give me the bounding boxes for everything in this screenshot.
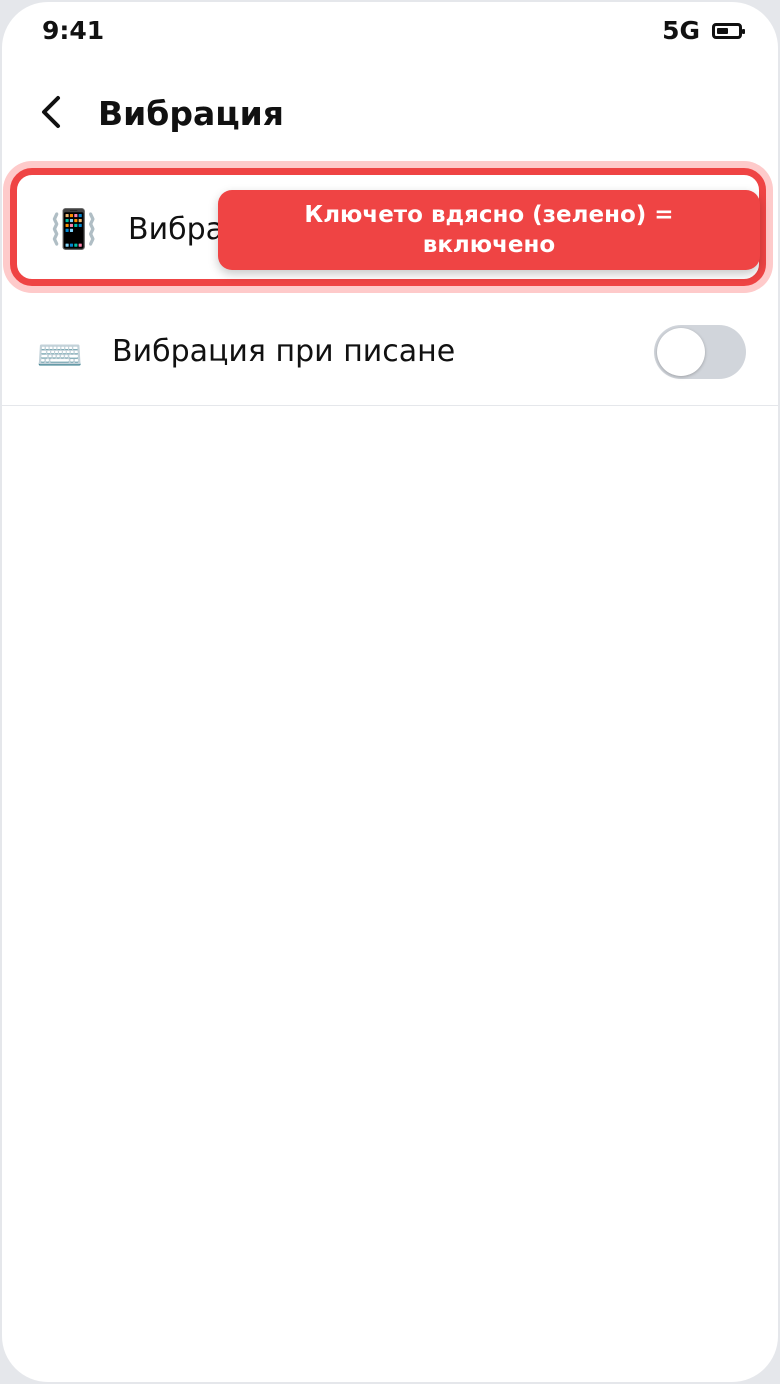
- typing-vibration-toggle[interactable]: [654, 325, 746, 379]
- network-indicator: 5G: [662, 16, 700, 45]
- status-bar: 9:41 5G: [2, 2, 778, 62]
- battery-icon: [712, 22, 745, 39]
- status-indicators: 5G: [662, 16, 745, 45]
- phone-screen: 9:41 5G Вибрация 📳 Вибра ⌨️ Вибрация при…: [2, 2, 778, 1382]
- setting-label-vibration: Вибра: [128, 212, 225, 247]
- status-time: 9:41: [42, 16, 105, 45]
- toggle-knob: [657, 328, 705, 376]
- chevron-left-icon: [42, 96, 60, 128]
- hint-tooltip: Ключето вдясно (зелено) = включено: [218, 190, 760, 270]
- page-title: Вибрация: [98, 94, 284, 133]
- tooltip-text: Ключето вдясно (зелено) = включено: [304, 202, 674, 258]
- setting-label-typing-vibration: Вибрация при писане: [112, 334, 456, 369]
- battery-level: [717, 27, 728, 34]
- back-button[interactable]: [30, 90, 74, 134]
- keyboard-icon: ⌨️: [36, 333, 84, 377]
- header: Вибрация: [2, 82, 778, 146]
- vibrating-phone-icon: 📳: [50, 207, 98, 251]
- setting-row-typing-vibration[interactable]: ⌨️ Вибрация при писане: [2, 292, 778, 406]
